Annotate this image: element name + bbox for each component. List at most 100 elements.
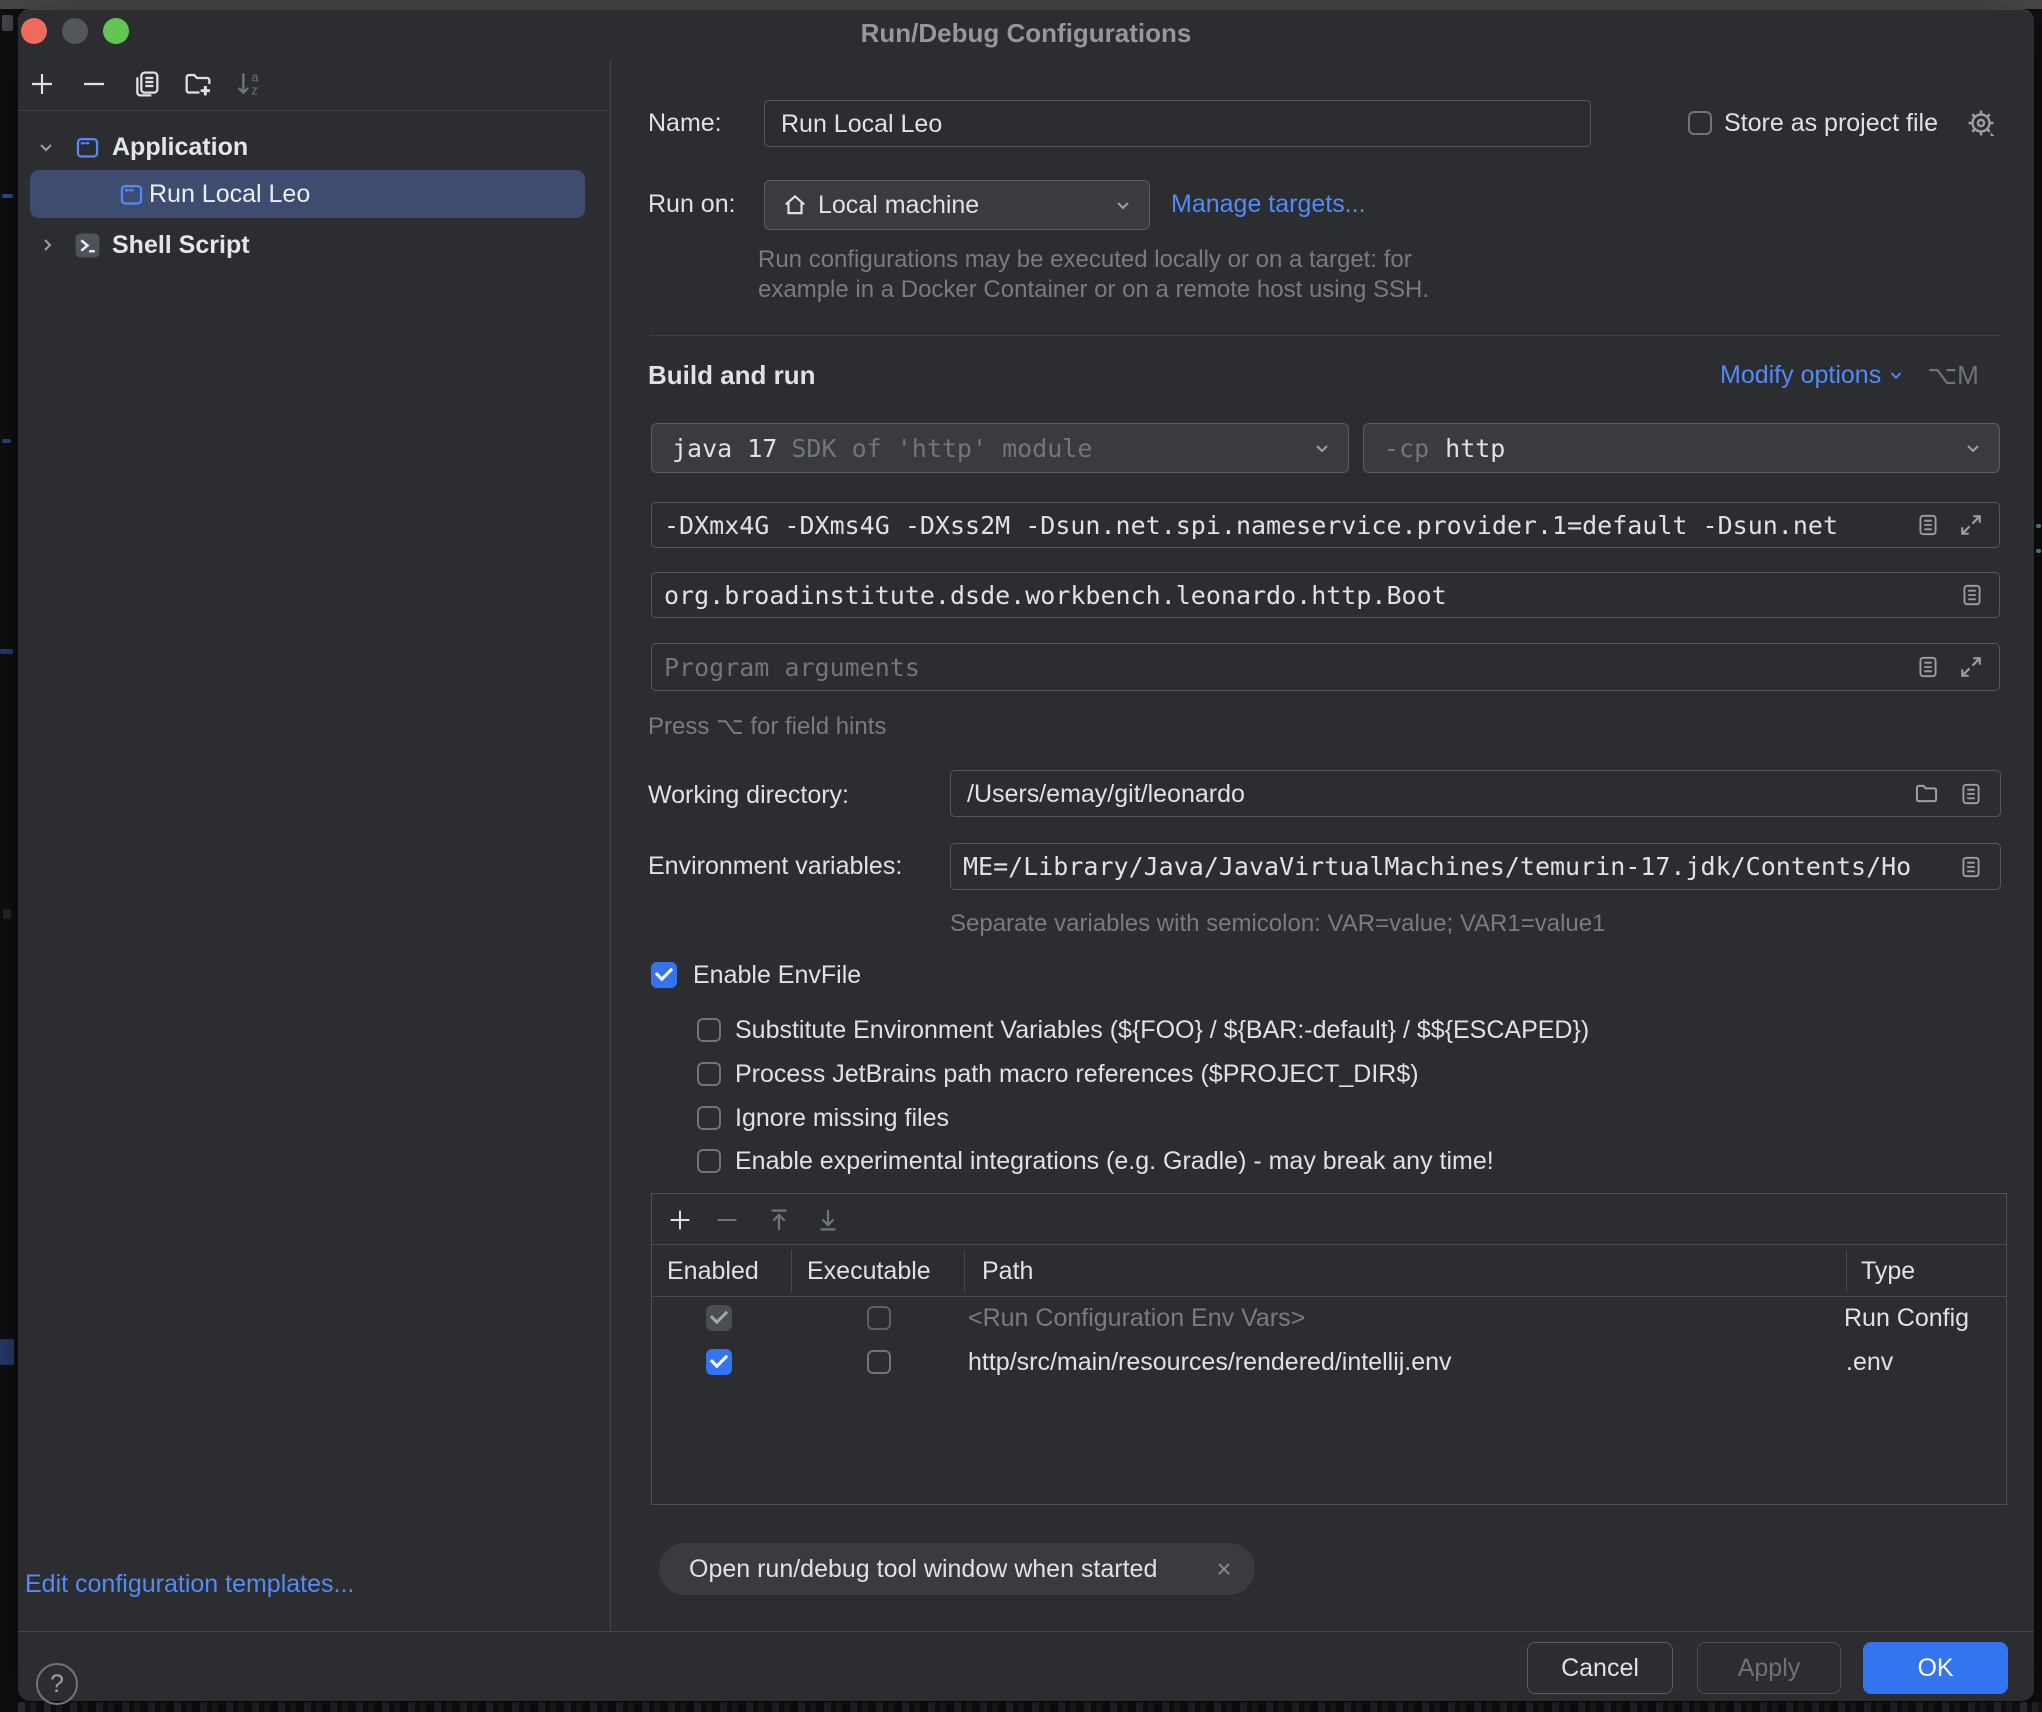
run-on-select[interactable]: Local machine xyxy=(764,180,1150,230)
environment-variables-label: Environment variables: xyxy=(648,852,903,880)
list-icon xyxy=(1919,514,1937,536)
expand-icon xyxy=(1961,657,1981,677)
modify-options-container: Modify options ⌥M xyxy=(1720,358,1979,392)
tree-group-shell-script[interactable]: Shell Script xyxy=(18,222,610,268)
process-path-macro-label: Process JetBrains path macro references … xyxy=(735,1060,1419,1088)
browse-class-list-button[interactable] xyxy=(1959,582,1985,608)
classpath-prefix: -cp xyxy=(1384,433,1430,463)
background-editor-sliver xyxy=(0,9,18,1712)
run-on-value: Local machine xyxy=(818,191,980,219)
working-directory-label: Working directory: xyxy=(648,781,849,809)
table-row[interactable]: <Run Configuration Env Vars> Run Config xyxy=(652,1296,2006,1340)
substitute-env-variables-checkbox[interactable] xyxy=(697,1018,721,1042)
expand-field-button[interactable] xyxy=(1957,653,1985,681)
envfile-table: Enabled Executable Path Type <Run Config… xyxy=(651,1193,2007,1505)
sort-alphabetically-button[interactable]: a z xyxy=(234,68,266,100)
table-move-down-button[interactable] xyxy=(813,1205,843,1235)
row-path: http/src/main/resources/rendered/intelli… xyxy=(968,1348,1452,1376)
store-settings-gear-button[interactable] xyxy=(1964,106,1998,140)
copy-icon xyxy=(136,71,159,97)
row-enabled-checkbox[interactable] xyxy=(706,1349,732,1375)
field-hints-text: Press ⌥ for field hints xyxy=(648,713,887,740)
ok-button[interactable]: OK xyxy=(1863,1642,2008,1694)
ignore-missing-files-label: Ignore missing files xyxy=(735,1104,949,1132)
row-executable-checkbox[interactable] xyxy=(867,1306,891,1330)
sort-alphabetically-icon: a z xyxy=(237,70,259,98)
table-add-button[interactable] xyxy=(665,1205,695,1235)
chevron-right-icon[interactable] xyxy=(36,233,60,257)
list-icon xyxy=(1962,783,1980,804)
chevron-down-icon[interactable] xyxy=(34,135,58,159)
close-icon[interactable] xyxy=(1213,1558,1235,1580)
row-executable-checkbox[interactable] xyxy=(867,1350,891,1374)
row-enabled-checkbox[interactable] xyxy=(706,1305,732,1331)
store-as-project-file-checkbox[interactable] xyxy=(1688,111,1712,135)
move-up-icon xyxy=(771,1209,787,1230)
expand-list-icon-button[interactable] xyxy=(1915,512,1941,538)
run-on-label: Run on: xyxy=(648,190,736,218)
run-debug-configurations-dialog: Run/Debug Configurations a z Application… xyxy=(18,9,2034,1705)
table-remove-button[interactable] xyxy=(712,1205,742,1235)
macros-list-button[interactable] xyxy=(1958,781,1984,807)
column-header-type: Type xyxy=(1861,1257,1916,1285)
cancel-button[interactable]: Cancel xyxy=(1527,1642,1673,1694)
edit-configuration-templates-link[interactable]: Edit configuration templates... xyxy=(25,1567,354,1601)
modify-options-link[interactable]: Modify options xyxy=(1720,358,1907,392)
run-on-hint-line1: Run configurations may be executed local… xyxy=(758,246,1412,273)
background-window-edge xyxy=(0,0,2042,9)
name-input[interactable]: Run Local Leo xyxy=(764,100,1591,147)
enable-envfile-label: Enable EnvFile xyxy=(693,961,862,989)
edit-variables-button[interactable] xyxy=(1958,854,1984,880)
environment-variables-value: ME=/Library/Java/JavaVirtualMachines/tem… xyxy=(963,852,1912,881)
main-class-input[interactable]: org.broadinstitute.dsde.workbench.leonar… xyxy=(651,572,2000,618)
jdk-select[interactable]: java 17 SDK of 'http' module xyxy=(651,423,1349,473)
classpath-select[interactable]: -cp http xyxy=(1363,423,2000,473)
working-directory-input[interactable]: /Users/emay/git/leonardo xyxy=(950,770,2001,817)
expand-list-icon-button[interactable] xyxy=(1915,654,1941,680)
vm-options-input[interactable]: -DXmx4G -DXms4G -DXss2M -Dsun.net.spi.na… xyxy=(651,502,2000,548)
classpath-value: http xyxy=(1445,433,1506,463)
build-and-run-title: Build and run xyxy=(648,360,816,390)
before-launch-chip[interactable]: Open run/debug tool window when started xyxy=(659,1543,1255,1595)
folder-icon xyxy=(1915,784,1938,803)
expand-field-button[interactable] xyxy=(1957,511,1985,539)
home-icon xyxy=(782,192,808,218)
program-arguments-placeholder: Program arguments xyxy=(664,652,920,682)
copy-configuration-button[interactable] xyxy=(130,68,162,100)
experimental-integrations-checkbox[interactable] xyxy=(697,1149,721,1173)
row-type: .env xyxy=(1846,1348,1894,1376)
process-path-macro-checkbox[interactable] xyxy=(697,1062,721,1086)
program-arguments-input[interactable]: Program arguments xyxy=(651,643,2000,691)
enable-envfile-checkbox[interactable] xyxy=(651,962,677,988)
expand-icon xyxy=(1961,515,1981,535)
help-button[interactable]: ? xyxy=(36,1663,78,1705)
environment-variables-input[interactable]: ME=/Library/Java/JavaVirtualMachines/tem… xyxy=(950,843,2001,890)
add-icon xyxy=(670,1210,690,1230)
remove-configuration-button[interactable] xyxy=(78,68,110,100)
manage-targets-link[interactable]: Manage targets... xyxy=(1171,187,1366,221)
svg-text:z: z xyxy=(251,84,257,98)
browse-folder-button[interactable] xyxy=(1913,780,1940,807)
add-configuration-button[interactable] xyxy=(26,68,58,100)
column-header-enabled: Enabled xyxy=(667,1257,759,1285)
substitute-env-variables-label: Substitute Environment Variables (${FOO}… xyxy=(735,1016,1590,1044)
background-window-text xyxy=(18,1702,2042,1712)
row-path: <Run Configuration Env Vars> xyxy=(968,1304,1306,1332)
dialog-title: Run/Debug Configurations xyxy=(860,18,1192,48)
remove-icon xyxy=(84,82,104,86)
new-folder-button[interactable] xyxy=(182,68,214,100)
sidebar-content-divider xyxy=(610,60,611,1631)
apply-button[interactable]: Apply xyxy=(1697,1642,1841,1694)
store-as-project-file-label: Store as project file xyxy=(1724,109,1938,137)
screen: Run/Debug Configurations a z Application… xyxy=(0,0,2042,1712)
tree-item-run-local-leo[interactable]: Run Local Leo xyxy=(30,170,585,218)
ignore-missing-files-checkbox[interactable] xyxy=(697,1106,721,1130)
tree-group-application[interactable]: Application xyxy=(18,124,610,170)
table-row[interactable]: http/src/main/resources/rendered/intelli… xyxy=(652,1340,2006,1384)
environment-variables-hint: Separate variables with semicolon: VAR=v… xyxy=(950,910,1606,937)
before-launch-chip-label: Open run/debug tool window when started xyxy=(689,1554,1158,1583)
table-move-up-button[interactable] xyxy=(764,1205,794,1235)
shell-script-icon xyxy=(74,232,101,259)
section-divider xyxy=(650,335,2000,336)
add-icon xyxy=(32,74,52,94)
